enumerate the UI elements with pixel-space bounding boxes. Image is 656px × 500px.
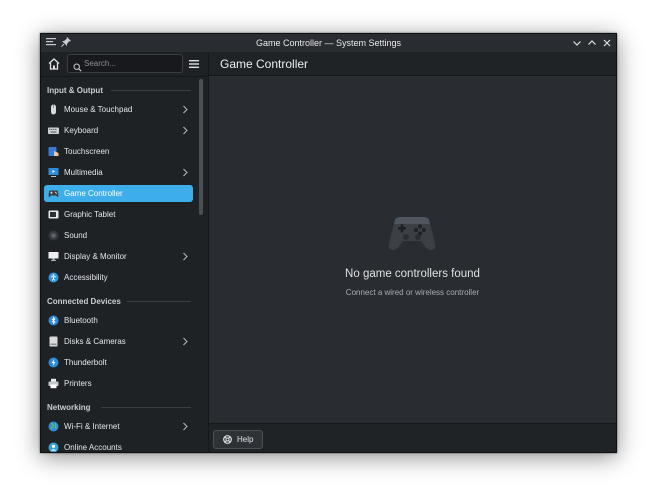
sidebar-item-label: Accessibility bbox=[64, 273, 108, 282]
chevron-right-icon bbox=[181, 105, 189, 116]
sidebar-item-label: Game Controller bbox=[64, 189, 123, 198]
chevron-right-icon bbox=[181, 337, 189, 348]
section-title-input-output: Input & Output bbox=[47, 86, 103, 95]
help-button[interactable]: Help bbox=[213, 430, 263, 449]
section-divider bbox=[127, 301, 191, 302]
chevron-right-icon bbox=[181, 252, 189, 263]
sidebar-item-label: Mouse & Touchpad bbox=[64, 105, 133, 114]
sidebar-header bbox=[41, 52, 208, 76]
touchscreen-icon bbox=[48, 146, 59, 157]
sidebar-item-label: Graphic Tablet bbox=[64, 210, 116, 219]
sidebar-item-wifi-internet[interactable]: Wi-Fi & Internet bbox=[44, 418, 193, 435]
content-area: No game controllers found Connect a wire… bbox=[209, 76, 616, 423]
title-bar: Game Controller — System Settings bbox=[41, 34, 616, 52]
sidebar-item-label: Keyboard bbox=[64, 126, 99, 135]
search-input[interactable] bbox=[84, 56, 178, 71]
sidebar-item-label: Wi-Fi & Internet bbox=[64, 422, 120, 431]
home-icon[interactable] bbox=[46, 56, 62, 72]
section-title-networking: Networking bbox=[47, 403, 91, 412]
online-accounts-icon bbox=[48, 442, 59, 452]
gamepad-icon bbox=[48, 188, 59, 199]
sidebar-item-label: Multimedia bbox=[64, 168, 103, 177]
sidebar-item-label: Online Accounts bbox=[64, 443, 122, 452]
section-divider bbox=[101, 407, 191, 408]
sidebar-item-online-accounts[interactable]: Online Accounts bbox=[44, 439, 193, 452]
sidebar-item-bluetooth[interactable]: Bluetooth bbox=[44, 312, 193, 329]
sidebar-item-sound[interactable]: Sound bbox=[44, 227, 193, 244]
main-panel: Game Controller No game controllers foun… bbox=[209, 52, 616, 452]
tablet-icon bbox=[48, 209, 59, 220]
sidebar-item-game-controller[interactable]: Game Controller bbox=[44, 185, 193, 202]
sidebar-item-multimedia[interactable]: Multimedia bbox=[44, 164, 193, 181]
chevron-right-icon bbox=[181, 422, 189, 433]
help-icon bbox=[223, 435, 232, 446]
mouse-icon bbox=[48, 104, 59, 115]
thunderbolt-icon bbox=[48, 357, 59, 368]
sidebar-item-label: Disks & Cameras bbox=[64, 337, 126, 346]
bluetooth-icon bbox=[48, 315, 59, 326]
speaker-icon bbox=[48, 230, 59, 241]
scrollbar-thumb[interactable] bbox=[199, 79, 203, 215]
globe-icon bbox=[48, 421, 59, 432]
footer-bar: Help bbox=[209, 423, 616, 452]
minimize-button[interactable] bbox=[570, 36, 584, 50]
sidebar-item-thunderbolt[interactable]: Thunderbolt bbox=[44, 354, 193, 371]
sidebar-header-divider bbox=[41, 76, 208, 77]
sidebar-item-accessibility[interactable]: Accessibility bbox=[44, 269, 193, 286]
sidebar: Input & Output Mouse & Touchpad Keyboard… bbox=[41, 52, 209, 452]
help-button-label: Help bbox=[237, 435, 254, 444]
sidebar-item-label: Display & Monitor bbox=[64, 252, 127, 261]
sidebar-item-printers[interactable]: Printers bbox=[44, 375, 193, 392]
empty-state-subtitle: Connect a wired or wireless controller bbox=[345, 288, 480, 297]
sidebar-item-label: Printers bbox=[64, 379, 92, 388]
monitor-icon bbox=[48, 251, 59, 262]
sidebar-item-graphic-tablet[interactable]: Graphic Tablet bbox=[44, 206, 193, 223]
sidebar-item-touchscreen[interactable]: Touchscreen bbox=[44, 143, 193, 160]
search-field[interactable] bbox=[67, 54, 183, 73]
sidebar-item-label: Sound bbox=[64, 231, 88, 240]
empty-state-title: No game controllers found bbox=[345, 268, 480, 280]
window-title: Game Controller — System Settings bbox=[255, 38, 402, 48]
sidebar-item-mouse-touchpad[interactable]: Mouse & Touchpad bbox=[44, 101, 193, 118]
printer-icon bbox=[48, 378, 59, 389]
sidebar-item-disks-cameras[interactable]: Disks & Cameras bbox=[44, 333, 193, 350]
sidebar-item-label: Bluetooth bbox=[64, 316, 98, 325]
hamburger-menu-icon[interactable] bbox=[188, 57, 200, 69]
chevron-right-icon bbox=[181, 126, 189, 137]
close-button[interactable] bbox=[600, 36, 614, 50]
multimedia-icon bbox=[48, 167, 59, 178]
sidebar-scrollbar[interactable] bbox=[198, 79, 204, 449]
system-settings-window: Game Controller — System Settings Search… bbox=[40, 33, 617, 453]
section-title-connected-devices: Connected Devices bbox=[47, 297, 121, 306]
keyboard-icon bbox=[48, 125, 59, 136]
sidebar-item-label: Thunderbolt bbox=[64, 358, 107, 367]
main-header: Game Controller bbox=[209, 52, 616, 76]
chevron-right-icon bbox=[181, 168, 189, 179]
accessibility-icon bbox=[48, 272, 59, 283]
section-divider bbox=[111, 90, 191, 91]
sidebar-item-display-monitor[interactable]: Display & Monitor bbox=[44, 248, 193, 265]
disk-icon bbox=[48, 336, 59, 347]
maximize-button[interactable] bbox=[585, 36, 599, 50]
page-title: Game Controller bbox=[220, 57, 309, 71]
sidebar-item-keyboard[interactable]: Keyboard bbox=[44, 122, 193, 139]
gamepad-icon bbox=[387, 216, 437, 257]
search-icon bbox=[73, 59, 82, 77]
sidebar-item-label: Touchscreen bbox=[64, 147, 110, 156]
